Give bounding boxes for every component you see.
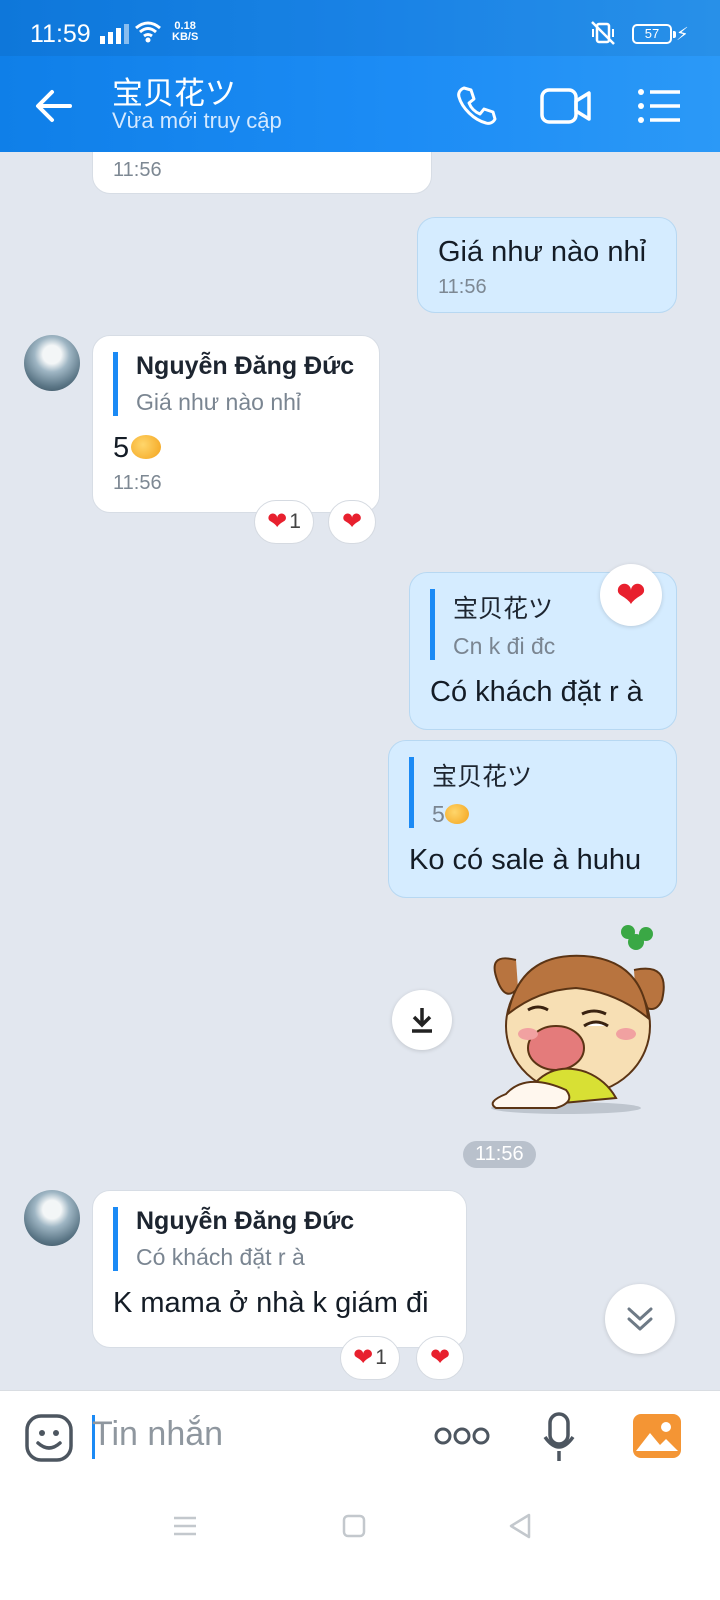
back-triangle-icon[interactable]	[508, 1512, 532, 1540]
message-text: Có khách đặt r à	[430, 676, 643, 708]
chat-menu-button[interactable]	[632, 80, 688, 132]
download-button[interactable]	[392, 990, 452, 1050]
heart-icon: ❤	[353, 1344, 374, 1371]
network-speed: 0.18 KB/S	[172, 20, 199, 43]
home-icon[interactable]	[342, 1514, 366, 1538]
message-bubble-incoming[interactable]: Nguyễn Đăng Đức Giá như nào nhỉ 5 11:56	[92, 335, 380, 513]
message-list[interactable]: 11:56 Giá như nào nhỉ 11:56 Nguyễn Đăng …	[0, 152, 720, 1390]
battery-icon: 57	[632, 24, 676, 44]
avatar[interactable]	[24, 335, 80, 391]
react-heart-button[interactable]: ❤	[328, 500, 376, 544]
message-text: K mama ở nhà k giám đi	[113, 1287, 429, 1319]
coin-emoji-icon	[444, 804, 469, 824]
quoted-text: Có khách đặt r à	[136, 1244, 305, 1270]
message-input[interactable]: Tin nhắn	[92, 1415, 223, 1454]
heart-icon: ❤	[341, 508, 363, 535]
message-bubble-incoming[interactable]: Nguyễn Đăng Đức Có khách đặt r à K mama …	[92, 1190, 467, 1348]
message-text: Ko có sale à huhu	[409, 844, 642, 876]
presence-status: Vừa mới truy cập	[112, 108, 282, 133]
download-icon	[412, 1008, 432, 1033]
quoted-sender: 宝贝花ツ	[432, 762, 533, 791]
reaction-summary[interactable]: ❤ 1	[254, 500, 314, 544]
message-text: 5	[113, 430, 359, 466]
message-time: 11:56	[113, 472, 162, 494]
video-camera-icon	[540, 88, 591, 124]
heart-icon: ❤	[429, 1344, 451, 1371]
message-time: 11:56	[438, 276, 487, 298]
list-menu-icon	[638, 89, 680, 123]
quoted-text: 5	[432, 801, 656, 828]
quoted-sender: Nguyễn Đăng Đức	[136, 352, 355, 380]
status-bar: 11:59 0.18 KB/S 57 ⚡	[0, 0, 720, 56]
coin-emoji-icon	[131, 435, 162, 459]
message-bubble-outgoing[interactable]: Giá như nào nhỉ 11:56	[417, 217, 677, 313]
system-navigation-bar	[0, 1490, 720, 1600]
recent-apps-icon[interactable]	[172, 1514, 198, 1538]
heart-icon: ❤	[615, 574, 647, 615]
more-options-icon[interactable]	[434, 1425, 490, 1447]
reaction-heart-button[interactable]: ❤	[600, 564, 662, 626]
crying-girl-sticker[interactable]	[466, 922, 676, 1122]
quoted-message[interactable]: Nguyễn Đăng Đức Có khách đặt r à	[113, 1207, 446, 1271]
reaction-summary[interactable]: ❤ 1	[340, 1336, 400, 1380]
status-time: 11:59	[30, 20, 91, 48]
chat-header: 11:59 0.18 KB/S 57 ⚡ 宝贝花ツ Vừa mới truy cậ…	[0, 0, 720, 152]
quoted-message[interactable]: Nguyễn Đăng Đức Giá như nào nhỉ	[113, 352, 359, 416]
mute-vibrate-icon	[591, 21, 615, 45]
message-bubble-incoming[interactable]: 11:56	[92, 152, 432, 194]
signal-icon	[100, 22, 129, 44]
timestamp-chip: 11:56	[463, 1141, 536, 1168]
react-heart-button[interactable]: ❤	[416, 1336, 464, 1380]
video-call-button[interactable]	[538, 80, 594, 132]
message-time: 11:56	[113, 159, 162, 181]
microphone-icon[interactable]	[542, 1411, 576, 1465]
quoted-text: Cn k đi đc	[453, 633, 556, 659]
message-text: Giá như nào nhỉ	[438, 236, 647, 268]
quoted-sender: Nguyễn Đăng Đức	[136, 1207, 355, 1235]
back-button[interactable]	[28, 80, 80, 132]
heart-icon: ❤	[267, 508, 288, 535]
contact-name[interactable]: 宝贝花ツ	[112, 68, 236, 113]
voice-call-button[interactable]	[448, 80, 504, 132]
quoted-text: Giá như nào nhỉ	[136, 389, 302, 415]
emoji-sticker-icon[interactable]	[24, 1413, 74, 1463]
scroll-to-bottom-button[interactable]	[605, 1284, 675, 1354]
double-chevron-down-icon	[627, 1307, 653, 1331]
message-composer: Tin nhắn	[0, 1390, 720, 1490]
quoted-message[interactable]: 宝贝花ツ 5	[409, 757, 656, 828]
arrow-left-icon	[36, 90, 72, 122]
avatar[interactable]	[24, 1190, 80, 1246]
phone-icon	[457, 86, 497, 125]
image-gallery-icon[interactable]	[632, 1413, 682, 1459]
message-bubble-outgoing[interactable]: 宝贝花ツ 5 Ko có sale à huhu	[388, 740, 677, 898]
wifi-icon	[135, 21, 161, 43]
charging-icon: ⚡	[676, 24, 689, 44]
